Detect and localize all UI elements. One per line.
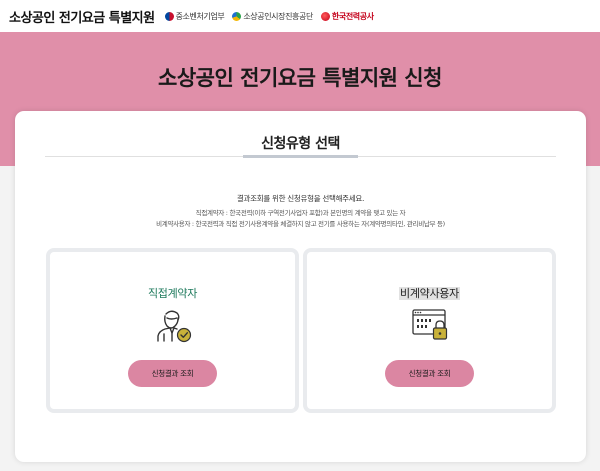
contractor-check-icon (157, 310, 192, 343)
site-title[interactable]: 소상공인 전기요금 특별지원 (9, 7, 155, 26)
locked-data-icon (412, 309, 448, 340)
indirect-result-button[interactable]: 신청결과 조회 (385, 360, 474, 387)
guide-text: 결과조회를 위한 신청유형을 선택해주세요. (236, 194, 365, 203)
partner-semas-label: 소상공인시장진흥공단 (243, 11, 313, 21)
partner-mss-label: 중소벤처기업부 (175, 11, 225, 21)
partner-mss: 중소벤처기업부 (164, 11, 225, 22)
definition-indirect: 비계약사용자 : 한국전력과 직접 전기사용계약을 체결하지 않고 전기를 사용… (156, 220, 445, 228)
title-underline (243, 155, 358, 158)
option-non-contract-user[interactable]: 비계약사용자 신청결과 조회 (303, 248, 556, 413)
selection-card: 신청유형 선택 결과조회를 위한 신청유형을 선택해주세요. 직접계약자 : 한… (15, 111, 586, 462)
semas-logo-icon (232, 11, 242, 21)
option-indirect-label: 비계약사용자 (307, 285, 552, 301)
direct-result-button[interactable]: 신청결과 조회 (128, 360, 217, 387)
top-header: 소상공인 전기요금 특별지원 중소벤처기업부 소상공인시장진흥공단 한국전력공사 (0, 0, 600, 32)
kepco-logo-icon (320, 11, 330, 21)
partner-kepco-label: 한국전력공사 (331, 11, 374, 21)
partner-logos: 중소벤처기업부 소상공인시장진흥공단 한국전력공사 (164, 11, 374, 22)
taegeuk-logo-icon (164, 11, 174, 21)
partner-kepco: 한국전력공사 (320, 11, 374, 22)
option-indirect-label-text: 비계약사용자 (399, 287, 460, 300)
option-direct-contractor[interactable]: 직접계약자 신청결과 조회 (46, 248, 299, 413)
section-title: 신청유형 선택 (261, 136, 340, 152)
definition-direct: 직접계약자 : 한국전력(이하 구역전기사업자 포함)과 본인명의 계약을 맺고… (195, 209, 406, 217)
page-title: 소상공인 전기요금 특별지원 신청 (158, 66, 442, 90)
option-direct-label: 직접계약자 (147, 287, 198, 300)
partner-semas: 소상공인시장진흥공단 (232, 11, 313, 22)
